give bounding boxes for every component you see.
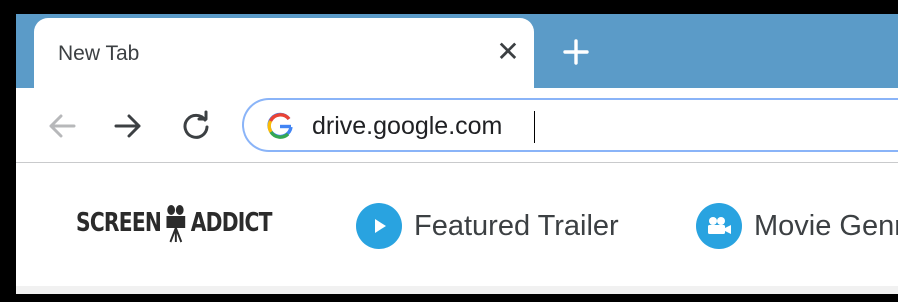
back-button[interactable]	[42, 106, 82, 146]
bookmarks-bar: SCREEN ADDICT Featured Trailer Movie Gen	[16, 163, 898, 294]
plus-icon	[563, 39, 589, 65]
google-g-icon	[267, 112, 293, 139]
play-icon	[356, 203, 402, 249]
arrow-left-icon	[49, 114, 76, 138]
address-bar[interactable]	[242, 98, 898, 152]
browser-window: New Tab ✕ drive.google.com SCREEN ADDICT…	[16, 14, 898, 294]
bookmark-label: Movie Genres	[754, 209, 898, 242]
forward-button[interactable]	[108, 106, 148, 146]
tab-new-tab[interactable]: New Tab ✕	[34, 18, 534, 88]
tab-close-icon[interactable]: ✕	[490, 34, 526, 70]
page-top-edge	[16, 286, 898, 294]
new-tab-button[interactable]	[558, 34, 594, 70]
reload-icon	[183, 110, 209, 139]
bookmark-featured-trailer[interactable]: Featured Trailer	[356, 201, 619, 251]
tab-strip: New Tab ✕	[16, 14, 898, 88]
arrow-right-icon	[114, 114, 141, 138]
text-caret	[534, 111, 535, 143]
movie-camera-icon	[696, 203, 742, 249]
bookmark-movie-genres[interactable]: Movie Genres	[696, 201, 898, 251]
reload-button[interactable]	[176, 106, 216, 146]
tab-title: New Tab	[58, 42, 140, 65]
bookmark-label: Featured Trailer	[414, 209, 619, 242]
screen-addict-logo[interactable]: SCREEN ADDICT	[76, 201, 272, 245]
logo-text-left: SCREEN	[76, 208, 162, 238]
logo-text-right: ADDICT	[190, 208, 273, 238]
address-input[interactable]	[312, 108, 872, 144]
browser-toolbar	[16, 88, 898, 163]
film-camera-icon	[166, 205, 186, 243]
